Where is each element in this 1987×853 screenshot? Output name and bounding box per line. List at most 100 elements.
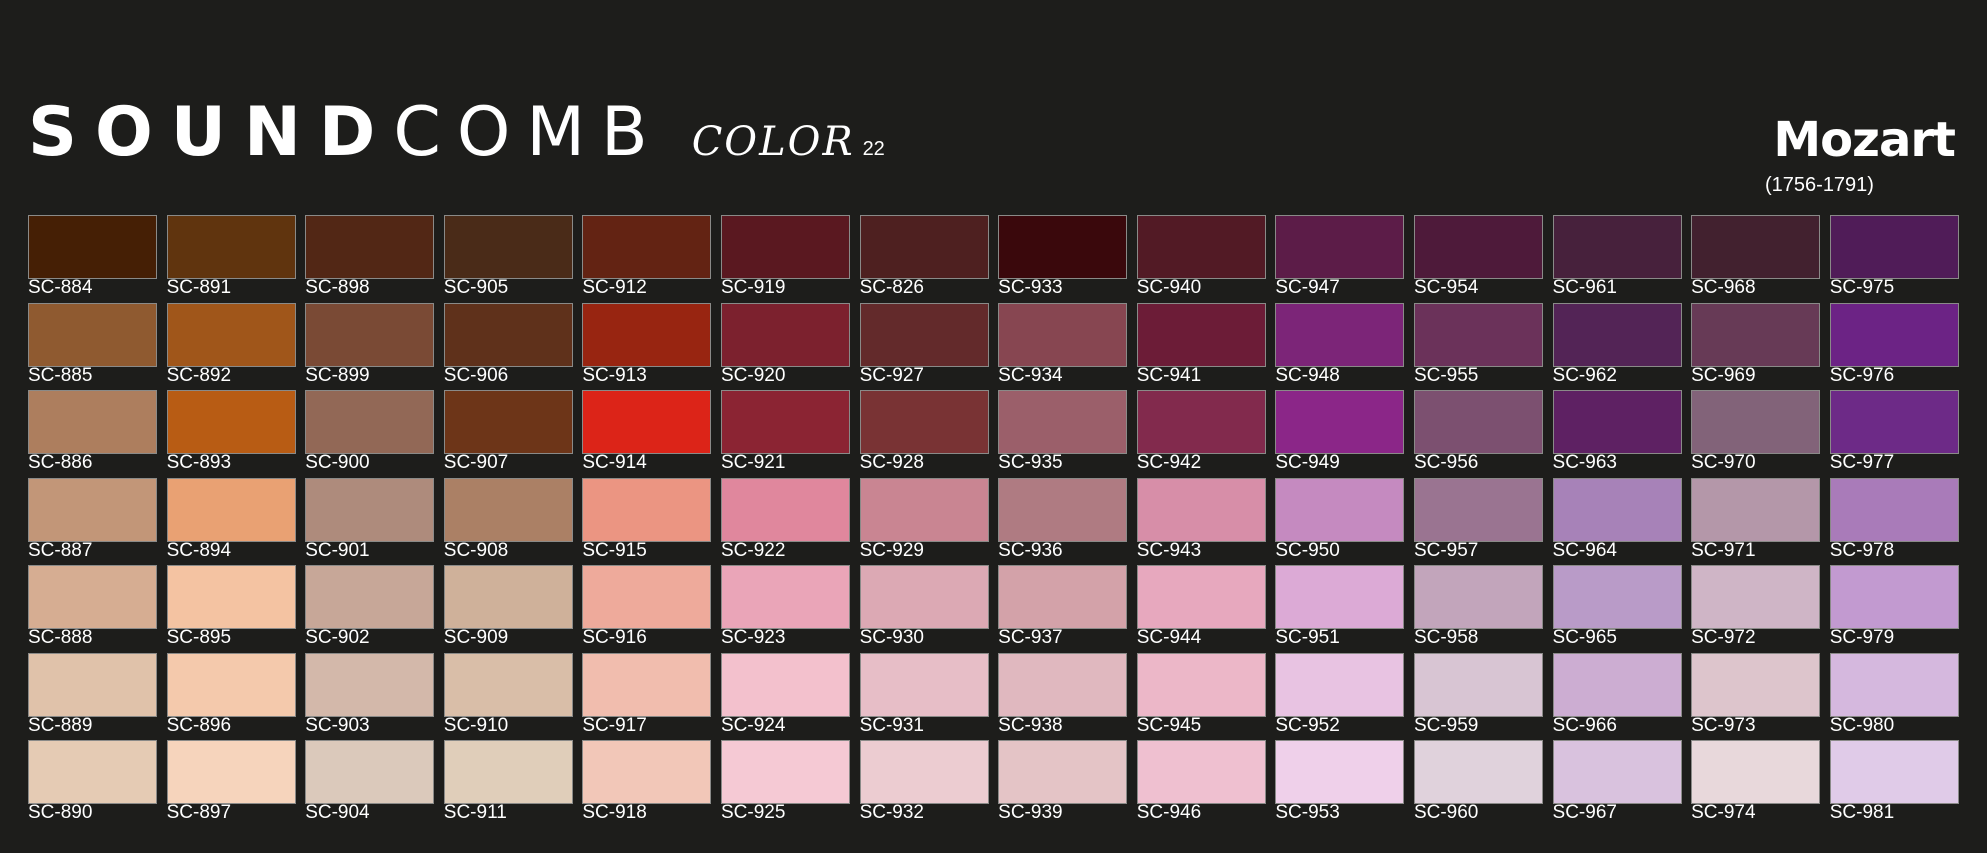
composer-name: Mozart [1773,112,1956,168]
swatch-chip [1691,390,1821,454]
swatch: SC-931 [859,652,989,741]
swatch-chip [305,740,435,804]
swatch: SC-953 [1275,740,1405,828]
swatch-code: SC-975 [1829,277,1895,298]
swatch-code: SC-959 [1413,714,1479,736]
swatch-code: SC-900 [305,452,370,473]
swatch-chip [305,565,435,629]
swatch: SC-956 [1413,390,1543,478]
swatch: SC-942 [1136,390,1266,478]
swatch-chip [28,477,157,542]
swatch-code: SC-942 [1136,452,1202,473]
swatch: SC-917 [582,652,712,741]
swatch-chip [166,302,296,367]
swatch: SC-933 [998,215,1128,303]
swatch-chip [1275,302,1405,367]
swatch-code: SC-917 [582,714,647,736]
swatch: SC-972 [1691,565,1821,653]
swatch-code: SC-950 [1275,539,1340,561]
swatch: SC-913 [582,302,712,391]
swatch-code: SC-924 [720,714,786,736]
swatch: SC-923 [720,565,850,653]
swatch-code: SC-969 [1691,364,1756,386]
swatch-chip [305,477,435,542]
swatch: SC-895 [166,565,296,653]
swatch-code: SC-885 [28,364,93,386]
swatch-chip [1413,215,1543,279]
swatch-chip [1829,390,1959,454]
swatch-chip [859,302,989,367]
swatch: SC-960 [1413,740,1543,828]
swatch-code: SC-888 [28,627,93,648]
swatch-code: SC-903 [305,714,370,736]
swatch-code: SC-913 [582,364,647,386]
swatch-chip [28,390,157,454]
color-chart-page: SOUNDCOMB COLOR 22 Mozart (1756-1791) SC… [0,0,1987,853]
swatch-code: SC-955 [1413,364,1479,386]
swatch: SC-914 [582,390,712,478]
swatch: SC-907 [443,390,573,478]
swatch: SC-912 [582,215,712,303]
swatch-chip [166,740,296,804]
swatch-chip [443,477,573,542]
swatch-code: SC-826 [859,277,924,298]
swatch-chip [1275,390,1405,454]
swatch-code: SC-932 [859,802,924,823]
swatch: SC-959 [1413,652,1543,741]
swatch-code: SC-912 [582,277,647,298]
swatch-chip [859,477,989,542]
swatch-code: SC-884 [28,277,93,298]
swatch-code: SC-898 [305,277,370,298]
swatch: SC-950 [1275,477,1405,566]
swatch: SC-961 [1552,215,1682,303]
swatch-code: SC-918 [582,802,647,823]
swatch: SC-977 [1829,390,1959,478]
swatch-code: SC-915 [582,539,647,561]
swatch-chip [1829,565,1959,629]
swatch-code: SC-944 [1136,627,1202,648]
swatch: SC-898 [305,215,435,303]
swatch-code: SC-936 [998,539,1063,561]
swatch: SC-930 [859,565,989,653]
swatch-chip [1136,302,1266,367]
swatch-code: SC-927 [859,364,924,386]
swatch-chip [859,215,989,279]
brand-number: 22 [862,138,885,160]
swatch-chip [1275,740,1405,804]
swatch-chip [720,215,850,279]
swatch-code: SC-890 [28,802,93,823]
swatch-code: SC-966 [1552,714,1617,736]
swatch-chip [1829,477,1959,542]
swatch: SC-919 [720,215,850,303]
swatch: SC-980 [1829,652,1959,741]
swatch-code: SC-902 [305,627,370,648]
swatch-chip [582,565,712,629]
swatch: SC-925 [720,740,850,828]
swatch-chip [1413,477,1543,542]
swatch-code: SC-908 [443,539,509,561]
swatch: SC-973 [1691,652,1821,741]
brand-header: SOUNDCOMB COLOR 22 [28,98,885,168]
swatch: SC-911 [443,740,573,828]
swatch: SC-924 [720,652,850,741]
swatch: SC-899 [305,302,435,391]
swatch-chip [1413,565,1543,629]
swatch-code: SC-960 [1413,802,1479,823]
swatch: SC-909 [443,565,573,653]
swatch-code: SC-933 [998,277,1063,298]
swatch-code: SC-965 [1552,627,1617,648]
swatch-code: SC-929 [859,539,924,561]
swatch-code: SC-911 [443,802,507,823]
swatch-chip [859,565,989,629]
swatch: SC-928 [859,390,989,478]
swatch: SC-893 [166,390,296,478]
swatch-chip [998,477,1128,542]
swatch-chip [720,652,850,717]
swatch-code: SC-906 [443,364,509,386]
swatch: SC-922 [720,477,850,566]
swatch-chip [1275,477,1405,542]
swatch-code: SC-958 [1413,627,1479,648]
swatch-code: SC-949 [1275,452,1340,473]
swatch-code: SC-963 [1552,452,1617,473]
swatch-chip [859,652,989,717]
